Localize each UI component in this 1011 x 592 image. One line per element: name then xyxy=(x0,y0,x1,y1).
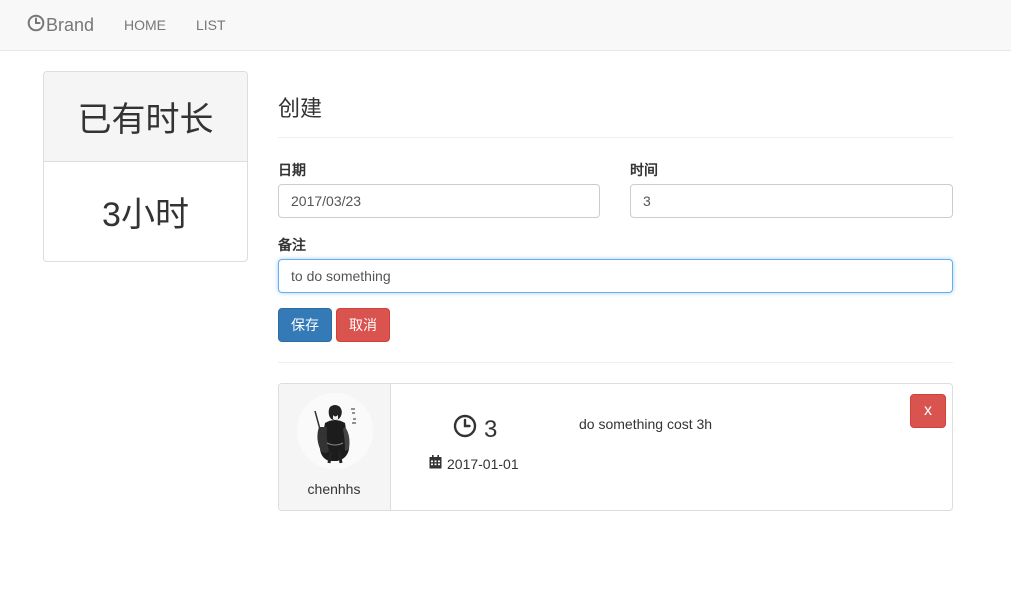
brand-label: Brand xyxy=(46,14,95,35)
record-username: chenhhs xyxy=(307,481,361,497)
clock-icon xyxy=(27,14,46,37)
list-divider xyxy=(278,362,953,363)
record-date: 2017-01-01 xyxy=(429,455,519,472)
brand-link[interactable]: Brand xyxy=(27,14,95,37)
nav-home[interactable]: HOME xyxy=(124,17,166,33)
form-divider xyxy=(278,137,953,138)
avatar xyxy=(297,393,373,469)
record-hours-value: 3 xyxy=(484,415,498,443)
total-duration-panel: 已有时长 3小时 xyxy=(43,71,248,262)
record-hours: 3 xyxy=(453,414,497,445)
record-date-value: 2017-01-01 xyxy=(447,455,519,472)
navbar: Brand HOME LIST xyxy=(0,0,1011,51)
note-label: 备注 xyxy=(278,237,306,253)
date-input[interactable] xyxy=(278,184,600,218)
time-input[interactable] xyxy=(630,184,953,218)
cancel-button[interactable]: 取消 xyxy=(336,308,390,342)
nav-list[interactable]: LIST xyxy=(196,17,226,33)
form-title: 创建 xyxy=(278,96,323,121)
clock-icon xyxy=(453,414,484,445)
record-description: do something cost 3h xyxy=(579,416,713,432)
note-input[interactable] xyxy=(278,259,953,293)
calendar-icon xyxy=(429,455,447,472)
delete-record-button[interactable]: x xyxy=(910,394,946,428)
save-button[interactable]: 保存 xyxy=(278,308,332,342)
record-card: chenhhs 3 2017-01-01 do something cost 3… xyxy=(278,383,953,511)
total-duration-title: 已有时长 xyxy=(44,72,247,162)
time-label: 时间 xyxy=(630,162,658,178)
record-user: chenhhs xyxy=(279,384,391,510)
date-label: 日期 xyxy=(278,162,306,178)
total-duration-value: 3小时 xyxy=(102,196,189,234)
